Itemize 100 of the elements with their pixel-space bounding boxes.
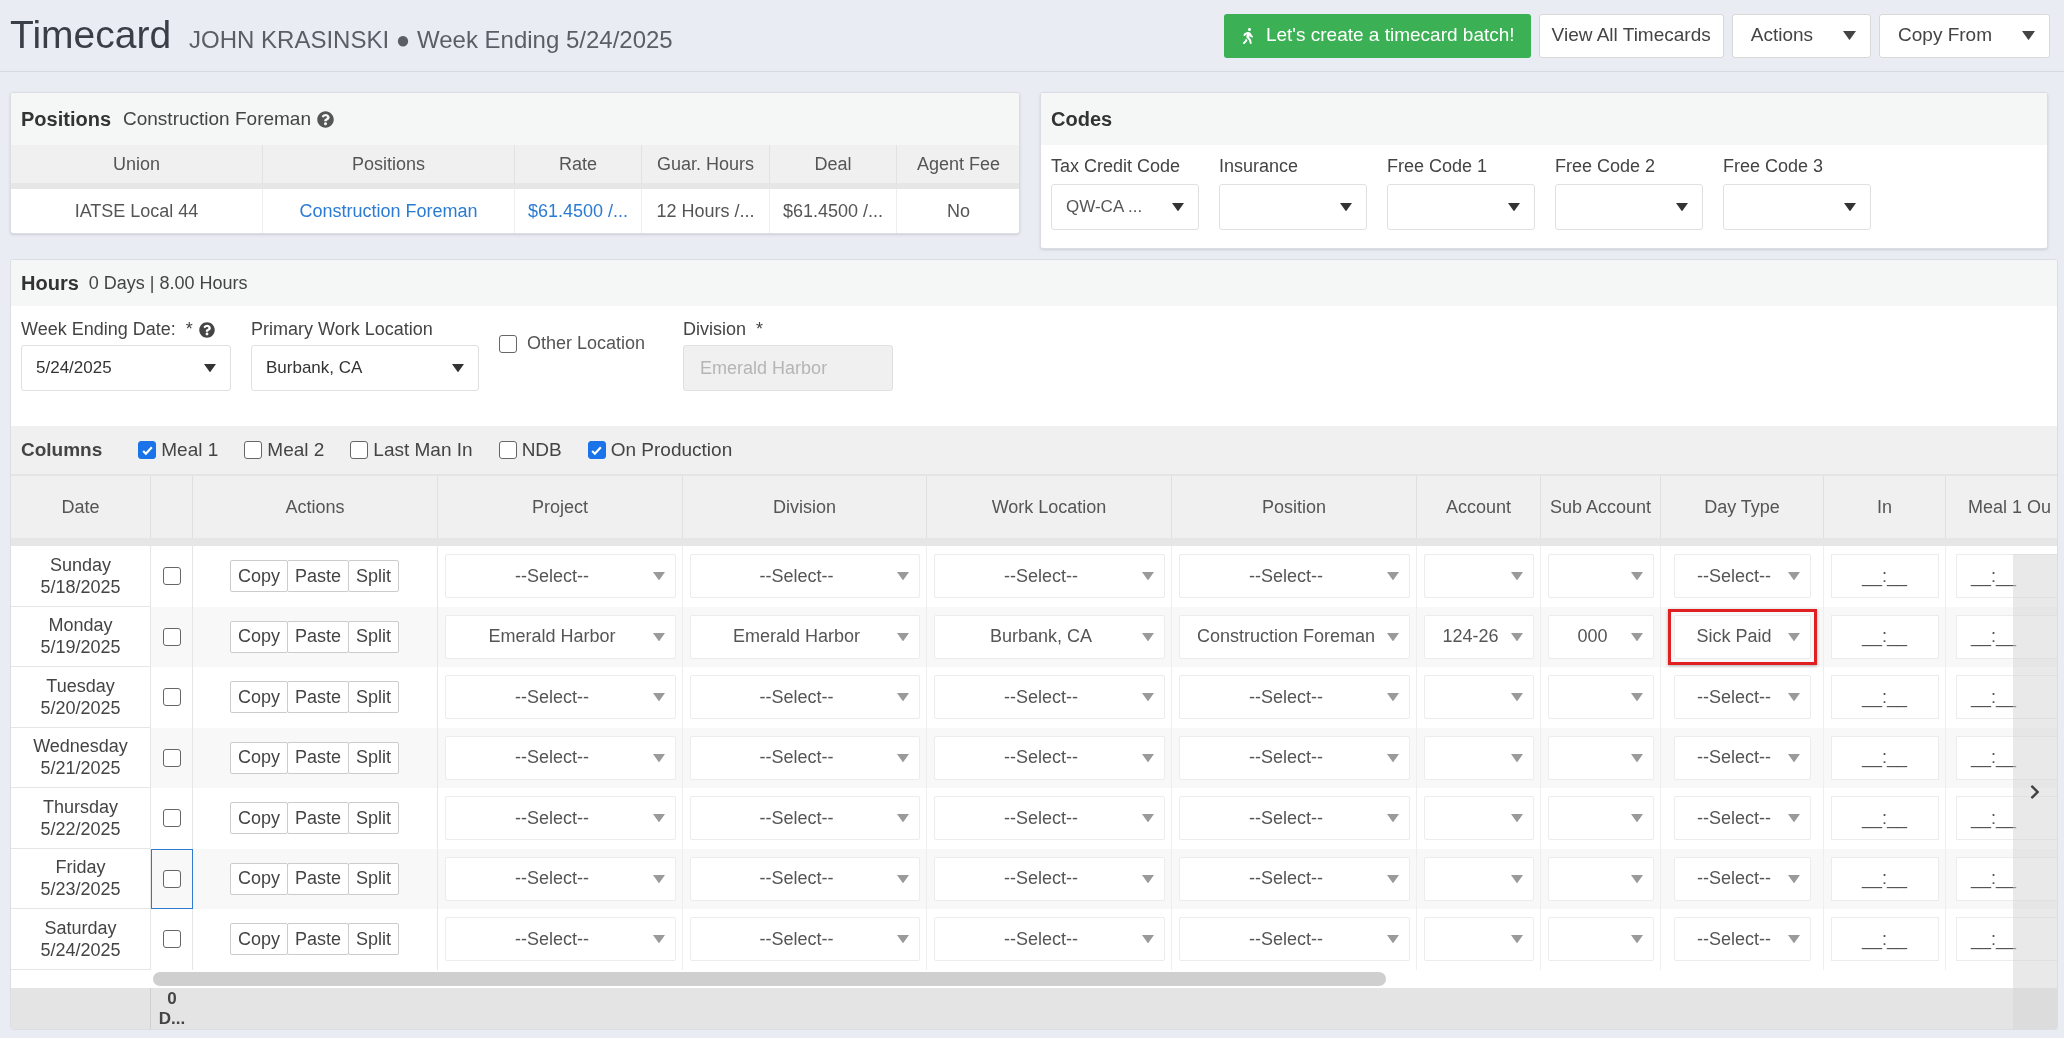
row-action-button[interactable]: Split [348,681,400,714]
select-field[interactable]: Burbank, CA [251,345,479,391]
row-action-button[interactable]: Split [348,741,400,774]
view-all-button[interactable]: View All Timecards [1538,13,1724,58]
table-link[interactable]: Construction Foreman [263,189,515,233]
row-action-button[interactable]: Paste [287,560,349,593]
select-field[interactable]: --Select-- [933,554,1165,599]
select-field[interactable] [1547,675,1654,720]
table-link[interactable]: $61.4500 /... [515,189,642,233]
row-action-button[interactable]: Copy [229,741,288,774]
select-field[interactable]: Emerald Harbor [689,614,920,659]
checkbox[interactable] [162,627,181,646]
time-field[interactable]: __:__ [1830,796,1939,841]
row-action-button[interactable]: Copy [229,923,288,956]
checkbox[interactable] [162,748,181,767]
row-action-button[interactable]: Paste [287,802,349,835]
select-field[interactable] [1723,184,1871,230]
select-field[interactable]: --Select-- [1673,796,1811,841]
select-field[interactable]: --Select-- [689,796,920,841]
checkbox[interactable] [244,441,263,459]
select-field[interactable]: --Select-- [444,675,676,720]
scrollbar-thumb[interactable] [153,971,1386,986]
select-field[interactable]: --Select-- [933,735,1165,780]
select-field[interactable] [1547,796,1654,841]
select-field[interactable] [1219,184,1367,230]
select-field[interactable] [1547,554,1654,599]
time-field[interactable]: __:__ [1830,675,1939,720]
select-field[interactable] [1423,796,1534,841]
row-action-button[interactable]: Copy [229,862,288,895]
checkbox[interactable] [162,688,181,707]
select-field[interactable]: --Select-- [689,675,920,720]
time-field[interactable]: __:__ [1956,735,2057,780]
row-action-button[interactable]: Split [348,560,400,593]
select-field[interactable]: --Select-- [1178,735,1410,780]
select-field[interactable] [1423,917,1534,962]
select-field[interactable] [1547,856,1654,901]
select-field[interactable]: --Select-- [1673,554,1811,599]
row-action-button[interactable]: Paste [287,681,349,714]
select-field[interactable]: --Select-- [1178,856,1410,901]
select-field[interactable]: --Select-- [1673,917,1811,962]
select-field[interactable]: --Select-- [689,856,920,901]
row-action-button[interactable]: Paste [287,741,349,774]
time-field[interactable]: __:__ [1956,614,2057,659]
row-action-button[interactable]: Split [348,862,400,895]
time-field[interactable]: __:__ [1956,917,2057,962]
select-field[interactable] [1547,735,1654,780]
time-field[interactable]: __:__ [1830,856,1939,901]
time-field[interactable]: __:__ [1956,554,2057,599]
help-icon[interactable] [317,110,334,128]
time-field[interactable]: __:__ [1830,614,1939,659]
select-field[interactable]: --Select-- [1673,735,1811,780]
select-field[interactable]: QW-CA ... [1051,184,1199,230]
select-field[interactable]: --Select-- [444,796,676,841]
select-field[interactable]: --Select-- [933,675,1165,720]
select-field[interactable]: --Select-- [1178,554,1410,599]
select-field[interactable]: --Select-- [933,917,1165,962]
row-action-button[interactable]: Split [348,923,400,956]
row-action-button[interactable]: Copy [229,681,288,714]
time-field[interactable]: __:__ [1830,554,1939,599]
row-action-button[interactable]: Paste [287,862,349,895]
select-field[interactable] [1547,917,1654,962]
select-field[interactable]: --Select-- [444,917,676,962]
select-field[interactable]: Burbank, CA [933,614,1165,659]
select-field[interactable] [1423,554,1534,599]
checkbox[interactable] [162,809,181,828]
checkbox[interactable] [163,869,181,888]
select-field[interactable]: --Select-- [1673,856,1811,901]
checkbox[interactable] [162,930,181,949]
checkbox[interactable] [138,441,157,459]
checkbox[interactable] [587,441,606,459]
time-field[interactable]: __:__ [1956,856,2057,901]
time-field[interactable]: __:__ [1830,917,1939,962]
select-field[interactable]: --Select-- [444,856,676,901]
row-action-button[interactable]: Copy [229,802,288,835]
select-field[interactable]: --Select-- [689,735,920,780]
select-field[interactable]: --Select-- [1178,675,1410,720]
help-icon[interactable] [198,321,215,338]
checkbox[interactable] [162,567,181,586]
select-field[interactable] [1387,184,1535,230]
select-field[interactable]: --Select-- [444,554,676,599]
select-field[interactable] [1423,675,1534,720]
select-field[interactable] [1423,735,1534,780]
time-field[interactable]: __:__ [1830,735,1939,780]
select-field[interactable]: --Select-- [689,554,920,599]
select-field[interactable]: 124-26 [1423,614,1534,659]
row-action-button[interactable]: Copy [229,620,288,653]
dropdown-button[interactable]: Actions [1731,13,1872,58]
select-field[interactable]: Sick Paid [1673,614,1811,659]
select-field[interactable]: --Select-- [933,856,1165,901]
row-action-button[interactable]: Split [348,802,400,835]
select-field[interactable]: --Select-- [1178,917,1410,962]
select-field[interactable]: --Select-- [444,735,676,780]
select-field[interactable] [1555,184,1703,230]
select-field[interactable]: Construction Foreman [1178,614,1410,659]
checkbox[interactable] [350,441,369,459]
row-action-button[interactable]: Copy [229,560,288,593]
row-action-button[interactable]: Paste [287,620,349,653]
row-action-button[interactable]: Split [348,620,400,653]
select-field[interactable]: --Select-- [1178,796,1410,841]
select-field[interactable]: --Select-- [1673,675,1811,720]
